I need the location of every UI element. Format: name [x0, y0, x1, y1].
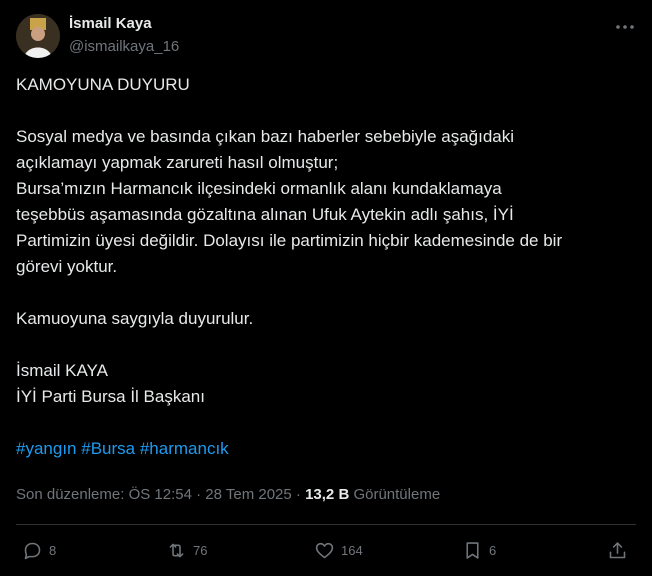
tweet-line: Bursa’mızın Harmancık ilçesindeki ormanl…: [16, 179, 502, 198]
like-count: 164: [341, 542, 363, 558]
bookmark-button[interactable]: 6: [462, 539, 496, 561]
like-icon: [315, 542, 334, 558]
repost-icon: [169, 543, 184, 557]
tweet-line: Sosyal medya ve basında çıkan bazı haber…: [16, 127, 515, 146]
views-label: Görüntüleme: [349, 486, 441, 503]
hashtag-link[interactable]: #yangın: [16, 439, 77, 458]
action-bar: 8 76 164 6: [0, 525, 652, 576]
tweet-text: KAMOYUNA DUYURU Sosyal medya ve basında …: [16, 72, 632, 462]
avatar[interactable]: [16, 14, 60, 58]
share-icon: [609, 541, 626, 558]
tweet-line: İsmail KAYA: [16, 361, 108, 380]
hashtag-link[interactable]: #Bursa: [81, 439, 135, 458]
tweet-line: Kamuoyuna saygıyla duyurulur.: [16, 309, 254, 328]
tweet-meta: Son düzenleme: ÖS 12:54 · 28 Tem 2025 · …: [16, 486, 440, 503]
reply-count: 8: [49, 542, 57, 558]
hashtags: #yangın #Bursa #harmancık: [16, 436, 632, 462]
tweet: İsmail Kaya @ismailkaya_16 KAMOYUNA DUYU…: [0, 0, 652, 576]
tweet-line: Partimizin üyesi değildir. Dolayısı ile …: [16, 231, 563, 250]
tweet-line: KAMOYUNA DUYURU: [16, 75, 190, 94]
repost-count: 76: [193, 542, 208, 558]
edited-timestamp[interactable]: Son düzenleme: ÖS 12:54 · 28 Tem 2025 ·: [16, 486, 305, 503]
views-count: 13,2 B: [305, 486, 350, 503]
tweet-line: görevi yoktur.: [16, 257, 118, 276]
tweet-header: İsmail Kaya @ismailkaya_16: [16, 12, 636, 58]
bookmark-icon: [466, 541, 479, 559]
more-icon[interactable]: [614, 16, 636, 38]
bookmark-count: 6: [489, 542, 497, 558]
hashtag-link[interactable]: #harmancık: [140, 439, 229, 458]
like-button[interactable]: 164: [314, 539, 363, 561]
tweet-line: açıklamayı yapmak zarureti hasıl olmuştu…: [16, 153, 339, 172]
repost-button[interactable]: 76: [166, 539, 207, 561]
author-handle[interactable]: @ismailkaya_16: [69, 38, 179, 55]
share-button[interactable]: [607, 539, 634, 561]
tweet-line: İYİ Parti Bursa İl Başkanı: [16, 387, 205, 406]
reply-button[interactable]: 8: [22, 539, 56, 561]
author-name[interactable]: İsmail Kaya: [69, 15, 152, 32]
reply-icon: [24, 542, 41, 559]
tweet-line: teşebbüs aşamasında gözaltına alınan Ufu…: [16, 205, 514, 224]
